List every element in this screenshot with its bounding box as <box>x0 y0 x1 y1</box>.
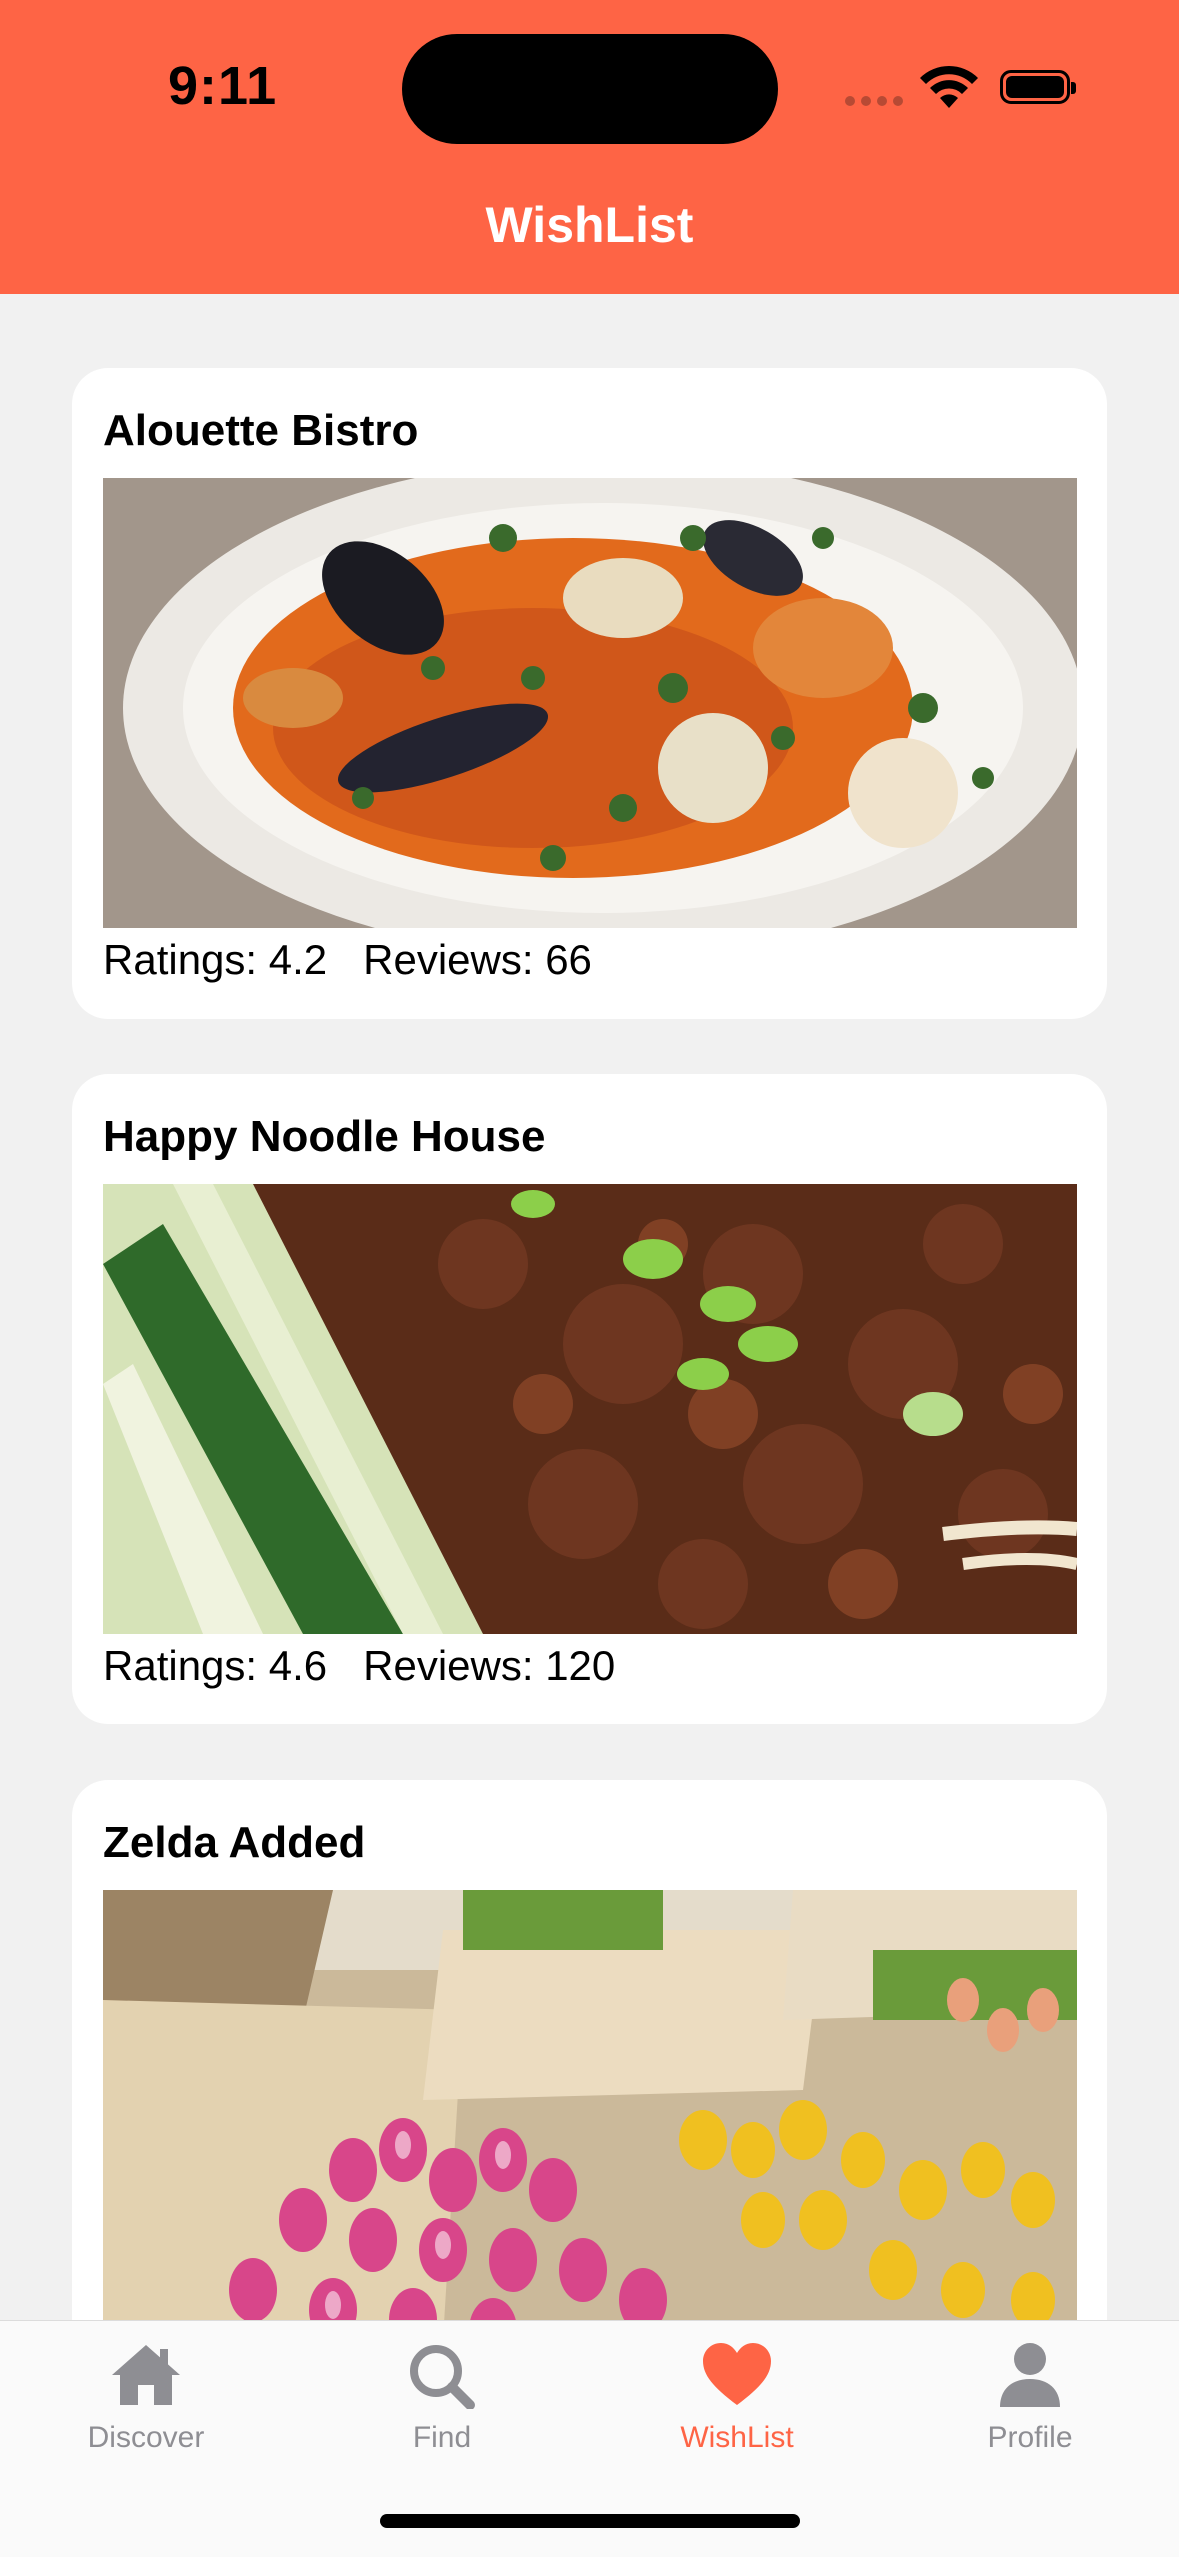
battery-icon <box>1000 70 1076 104</box>
tab-label: Find <box>412 2421 472 2454</box>
search-icon <box>410 2345 475 2409</box>
reviews-text: Reviews: 66 <box>363 936 592 983</box>
rating-text: Ratings: 4.2 <box>103 936 328 983</box>
home-icon <box>112 2345 180 2405</box>
tab-label: Profile <box>987 2421 1073 2454</box>
tab-bar: Discover Find WishList Profile <box>0 2320 1179 2557</box>
header-bar: 9:11 WishList <box>0 0 1179 294</box>
card-stats: Ratings: 4.6 Reviews: 120 <box>103 1642 615 1690</box>
status-time: 9:11 <box>168 56 278 116</box>
restaurant-name: Zelda Added <box>103 1818 366 1867</box>
rating-text: Ratings: 4.6 <box>103 1642 328 1689</box>
page-title: WishList <box>485 197 694 253</box>
tab-label: WishList <box>680 2421 794 2454</box>
cellular-signal-icon <box>845 96 903 106</box>
restaurant-photo[interactable] <box>103 478 1077 928</box>
restaurant-photo[interactable] <box>103 1184 1077 1634</box>
tab-discover[interactable]: Discover <box>36 2341 256 2455</box>
restaurant-photo[interactable] <box>103 1890 1077 2340</box>
tab-wishlist[interactable]: WishList <box>627 2341 847 2455</box>
restaurant-card[interactable]: Alouette Bistro Ratings: 4.2 Reviews: 66 <box>72 368 1107 1019</box>
restaurant-name: Happy Noodle House <box>103 1112 546 1161</box>
restaurant-card[interactable]: Happy Noodle House Ratings: 4.6 Reviews:… <box>72 1074 1107 1724</box>
tab-find[interactable]: Find <box>332 2341 552 2455</box>
restaurant-card[interactable]: Zelda Added <box>72 1780 1107 2380</box>
wifi-icon <box>920 65 978 108</box>
tab-label: Discover <box>87 2421 205 2454</box>
dynamic-island <box>402 34 778 144</box>
tab-profile[interactable]: Profile <box>920 2341 1140 2455</box>
restaurant-name: Alouette Bistro <box>103 406 419 455</box>
reviews-text: Reviews: 120 <box>363 1642 616 1689</box>
card-stats: Ratings: 4.2 Reviews: 66 <box>103 936 592 984</box>
home-indicator[interactable] <box>380 2514 800 2528</box>
heart-icon <box>703 2343 771 2405</box>
person-icon <box>1000 2343 1060 2407</box>
